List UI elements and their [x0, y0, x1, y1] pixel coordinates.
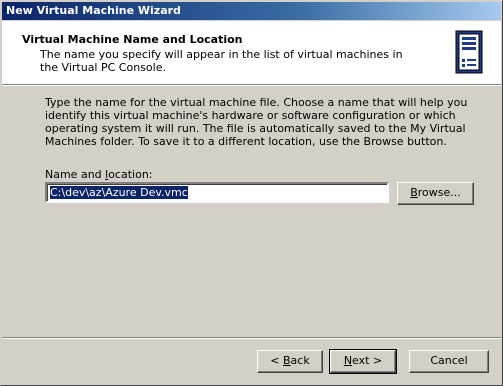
footer-divider-highlight	[2, 338, 501, 339]
header-divider	[2, 85, 501, 86]
window-title: New Virtual Machine Wizard	[6, 4, 181, 17]
page-description: The name you specify will appear in the …	[40, 48, 403, 74]
wizard-header: Virtual Machine Name and Location The na…	[2, 21, 501, 85]
cancel-button[interactable]: Cancel	[409, 350, 489, 373]
name-location-input[interactable]: C:\dev\az\Azure Dev.vmc	[45, 182, 389, 203]
browse-button[interactable]: Browse...	[397, 182, 474, 205]
page-title: Virtual Machine Name and Location	[22, 33, 243, 46]
virtual-pc-tower-icon	[455, 30, 483, 74]
next-button[interactable]: Next >	[329, 349, 397, 374]
name-location-value: C:\dev\az\Azure Dev.vmc	[50, 186, 188, 199]
instructions-text: Type the name for the virtual machine fi…	[45, 96, 468, 148]
back-button[interactable]: < Back	[257, 350, 323, 373]
wizard-window: New Virtual Machine Wizard Virtual Machi…	[0, 0, 503, 386]
name-location-label: Name and location:	[45, 168, 153, 181]
window-titlebar[interactable]: New Virtual Machine Wizard	[2, 2, 501, 20]
